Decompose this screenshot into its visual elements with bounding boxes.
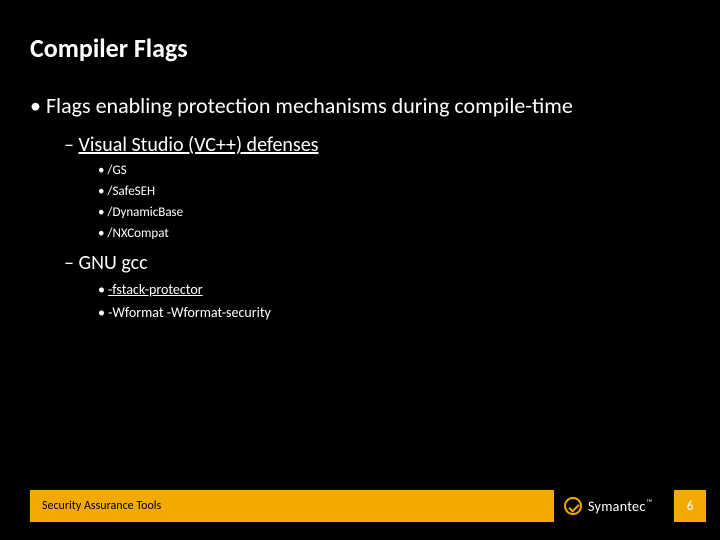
bullet-main: Flags enabling protection mechanisms dur… xyxy=(30,92,690,119)
check-icon xyxy=(564,497,582,515)
brand-name: Symantec™ xyxy=(588,498,653,515)
gcc-flag-wformat: -Wformat -Wformat-security xyxy=(98,304,690,321)
footer-bar: Security Assurance Tools xyxy=(30,490,554,522)
link-vs-defenses[interactable]: Visual Studio (VC++) defenses xyxy=(78,133,318,157)
brand-logo: Symantec™ xyxy=(564,490,653,522)
vs-flag-gs: /GS xyxy=(98,163,690,178)
footer-title: Security Assurance Tools xyxy=(42,499,161,513)
vs-flag-nxcompat: /NXCompat xyxy=(98,226,690,241)
link-fstack-protector[interactable]: -fstack-protector xyxy=(108,281,202,298)
subhead-vs: Visual Studio (VC++) defenses xyxy=(64,133,690,157)
vs-flag-safeseh: /SafeSEH xyxy=(98,184,690,199)
slide: Compiler Flags Flags enabling protection… xyxy=(0,0,720,540)
gcc-flag-fstack: -fstack-protector xyxy=(98,281,690,298)
page-number: 6 xyxy=(674,490,706,522)
vs-flag-dynamicbase: /DynamicBase xyxy=(98,205,690,220)
footer: Security Assurance Tools Symantec™ 6 xyxy=(0,490,720,522)
subhead-gcc: GNU gcc xyxy=(64,251,690,275)
slide-title: Compiler Flags xyxy=(30,32,188,64)
slide-body: Flags enabling protection mechanisms dur… xyxy=(30,92,690,321)
